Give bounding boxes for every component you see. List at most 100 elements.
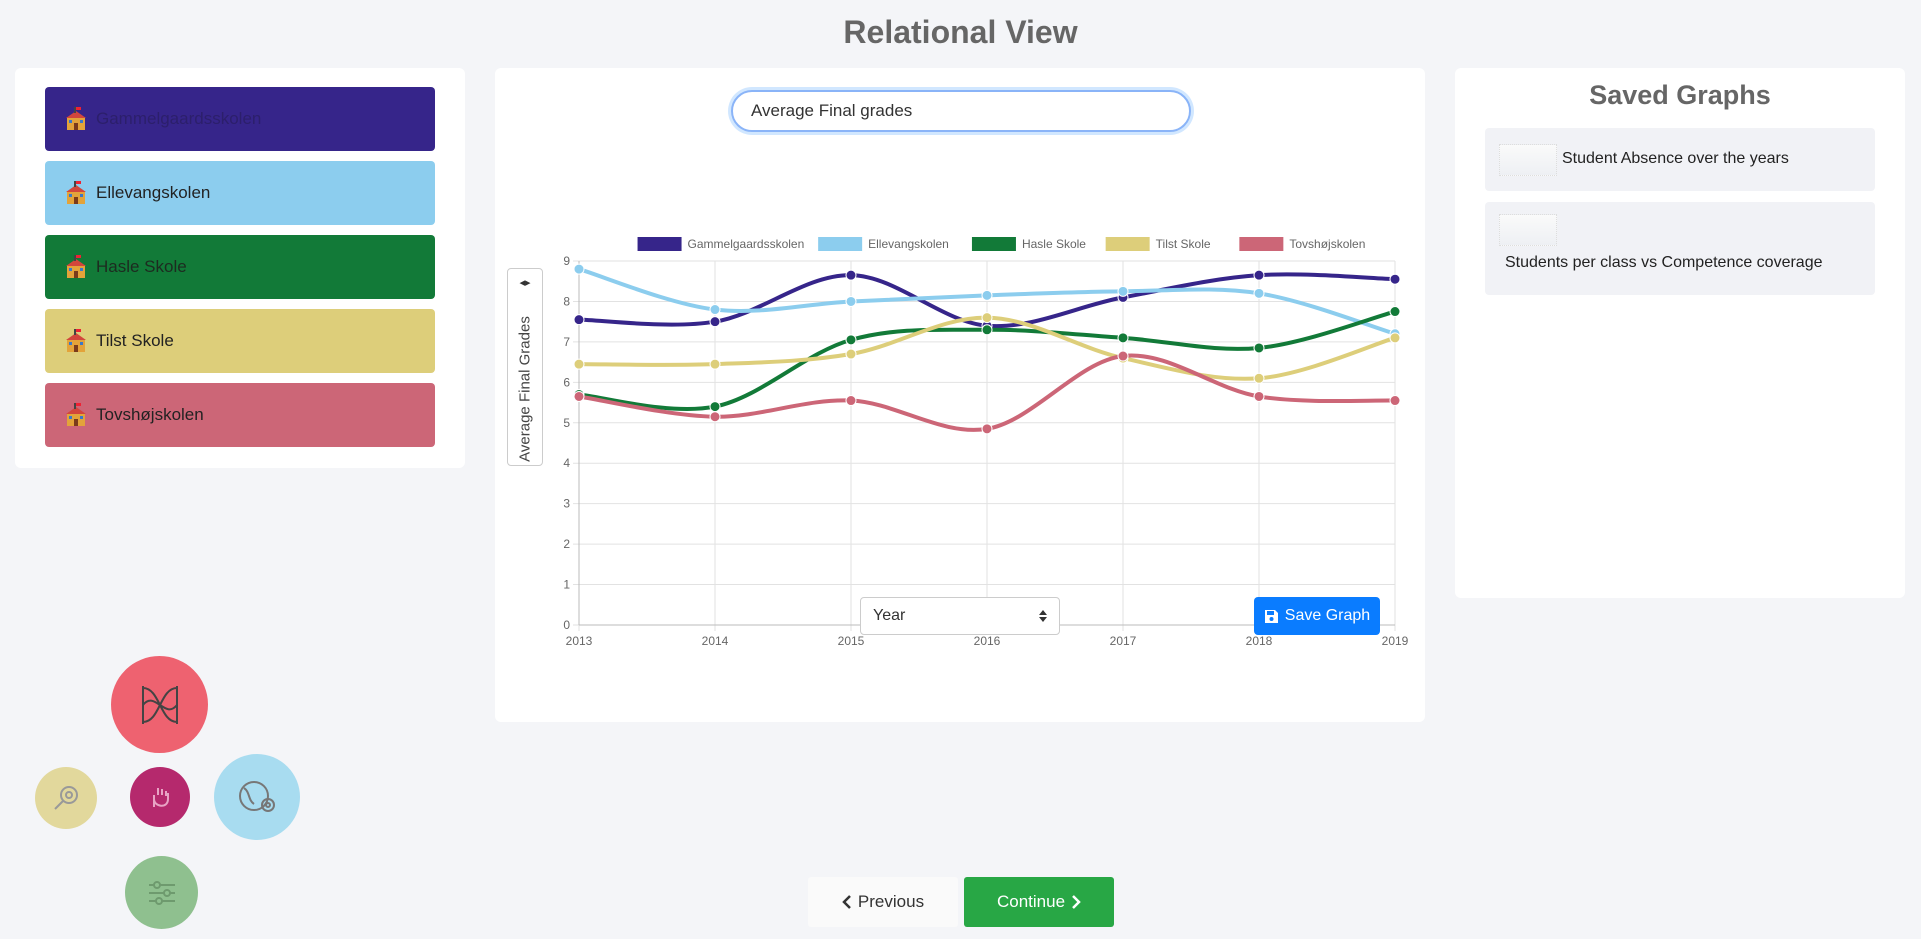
y-tick-label: 8	[563, 294, 570, 308]
continue-button[interactable]: Continue	[964, 877, 1114, 927]
data-point	[709, 358, 721, 370]
graph-thumbnail	[1499, 144, 1557, 176]
data-point	[1253, 342, 1265, 354]
legend-swatch	[971, 237, 1016, 251]
search-tool-button[interactable]	[35, 767, 97, 829]
legend-swatch	[1105, 237, 1150, 251]
y-tick-label: 0	[563, 618, 570, 632]
graph-panel: 0 1 2 3 4 5 6 7 8 9 2013 2014 2015 2016 2017 2018 2019 Ga…	[495, 68, 1425, 722]
data-point	[845, 395, 857, 407]
legend-swatch	[637, 237, 682, 251]
data-point	[709, 304, 721, 316]
data-point	[573, 390, 585, 402]
school-name: Ellevangskolen	[96, 183, 211, 202]
data-point	[1117, 332, 1129, 344]
school-item-tilst-skole[interactable]: Tilst Skole	[45, 309, 435, 373]
data-point	[1253, 390, 1265, 402]
data-point	[1389, 306, 1401, 318]
school-icon	[66, 403, 86, 426]
previous-label: Previous	[857, 892, 925, 911]
school-icon	[66, 329, 86, 352]
y-tick-label: 2	[563, 537, 570, 551]
data-point	[709, 316, 721, 328]
x-tick-label: 2013	[566, 634, 593, 648]
x-tick-label: 2016	[974, 634, 1001, 648]
school-icon	[66, 255, 86, 278]
school-list-panel: Gammelgaardsskolen Ellevangskolen Hasle …	[15, 68, 465, 468]
y-tick-label: 3	[563, 497, 570, 511]
sort-caret-icon	[1039, 610, 1047, 622]
data-point	[573, 314, 585, 326]
data-point	[981, 324, 993, 336]
hand-tool-button[interactable]	[130, 767, 190, 827]
legend-label: Tovshøjskolen	[1289, 237, 1365, 251]
school-item-hasle-skole[interactable]: Hasle Skole	[45, 235, 435, 299]
school-item-ellevangskolen[interactable]: Ellevangskolen	[45, 161, 435, 225]
data-point	[1389, 332, 1401, 344]
data-point	[709, 411, 721, 423]
chevron-right-icon	[1072, 895, 1081, 909]
previous-button[interactable]: Previous	[808, 877, 958, 927]
legend-label: Gammelgaardsskolen	[688, 237, 805, 251]
x-tick-label: 2014	[702, 634, 729, 648]
y-axis-button-label: Average Final Grades	[516, 316, 534, 462]
hand-icon	[153, 788, 169, 807]
data-point	[845, 334, 857, 346]
saved-graphs-title: Saved Graphs	[1589, 80, 1771, 110]
data-point	[981, 423, 993, 435]
legend-label: Ellevangskolen	[868, 237, 949, 251]
legend-swatch	[1239, 237, 1284, 251]
y-tick-label: 6	[563, 375, 570, 389]
data-point	[845, 269, 857, 281]
x-tick-label: 2019	[1382, 634, 1409, 648]
relations-graph-icon	[141, 685, 178, 724]
saved-graph-item[interactable]: Students per class vs Competence coverag…	[1485, 202, 1875, 295]
x-axis-select[interactable]: Year	[860, 597, 1060, 635]
floppy-disk-icon	[1264, 609, 1278, 623]
saved-graph-label: Students per class vs Competence coverag…	[1505, 254, 1823, 271]
school-item-tovshojskolen[interactable]: Tovshøjskolen	[45, 383, 435, 447]
graph-title-input[interactable]	[731, 90, 1191, 132]
data-point	[1117, 350, 1129, 362]
left-right-arrows-icon: ◂▸	[519, 277, 531, 289]
data-point	[573, 358, 585, 370]
x-tick-label: 2017	[1110, 634, 1137, 648]
legend-swatch	[818, 237, 863, 251]
saved-graphs-panel: Saved Graphs Student Absence over the ye…	[1455, 68, 1905, 598]
save-graph-button[interactable]: Save Graph	[1254, 597, 1380, 635]
data-point	[1253, 372, 1265, 384]
data-point	[1253, 287, 1265, 299]
data-point	[1253, 269, 1265, 281]
x-tick-label: 2018	[1246, 634, 1273, 648]
data-point	[845, 348, 857, 360]
x-axis-select-value: Year	[873, 607, 906, 624]
school-name: Tilst Skole	[96, 331, 174, 350]
data-point	[1389, 395, 1401, 407]
school-icon	[66, 107, 86, 130]
y-tick-label: 1	[563, 578, 570, 592]
chevron-left-icon	[842, 895, 851, 909]
legend-label: Tilst Skole	[1156, 237, 1211, 251]
data-point	[981, 312, 993, 324]
data-point	[709, 401, 721, 413]
y-axis-select-button[interactable]: ◂▸ Average Final Grades	[507, 268, 543, 466]
relations-tool-button[interactable]	[111, 656, 208, 753]
data-point	[1117, 285, 1129, 297]
data-point	[981, 289, 993, 301]
saved-graph-item[interactable]: Student Absence over the years	[1485, 128, 1875, 191]
sliders-icon	[148, 880, 175, 905]
saved-graph-label: Student Absence over the years	[1562, 150, 1789, 167]
graph-thumbnail	[1499, 214, 1557, 246]
data-point	[573, 263, 585, 275]
school-name: Gammelgaardsskolen	[96, 109, 262, 128]
y-tick-label: 4	[563, 456, 570, 470]
magnifier-icon	[54, 786, 78, 810]
y-tick-label: 7	[563, 335, 570, 349]
school-name: Tovshøjskolen	[96, 405, 204, 424]
settings-tool-button[interactable]	[125, 856, 198, 929]
school-name: Hasle Skole	[96, 257, 187, 276]
globe-tool-button[interactable]	[214, 754, 300, 840]
school-icon	[66, 181, 86, 204]
school-item-gammelgaardsskolen[interactable]: Gammelgaardsskolen	[45, 87, 435, 151]
data-point	[845, 295, 857, 307]
